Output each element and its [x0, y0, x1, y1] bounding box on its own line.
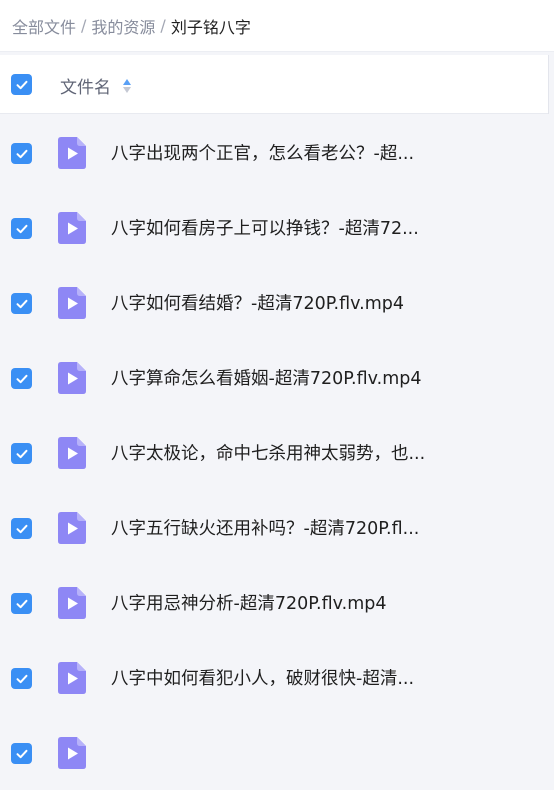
check-icon [16, 224, 27, 233]
file-row[interactable]: 八字五行缺火还用补吗？-超清720P.fl... [0, 490, 554, 565]
file-name[interactable]: 八字如何看结婚？-超清720P.flv.mp4 [111, 293, 404, 315]
file-name[interactable]: 八字五行缺火还用补吗？-超清720P.fl... [111, 518, 419, 540]
video-file-icon [58, 737, 86, 769]
file-list-header: 文件名 [0, 55, 548, 114]
file-name[interactable]: 八字如何看房子上可以挣钱？-超清72... [111, 218, 419, 240]
check-icon [16, 674, 27, 683]
file-row[interactable]: 八字出现两个正官，怎么看老公？-超... [0, 115, 554, 190]
file-checkbox[interactable] [11, 218, 32, 239]
breadcrumb-separator: / [81, 16, 87, 35]
video-file-icon [58, 137, 86, 169]
video-file-icon [58, 362, 86, 394]
file-name[interactable]: 八字出现两个正官，怎么看老公？-超... [111, 143, 414, 165]
video-file-icon [58, 587, 86, 619]
breadcrumb-parent[interactable]: 我的资源 [91, 14, 155, 38]
video-file-icon [58, 512, 86, 544]
breadcrumb-root[interactable]: 全部文件 [12, 14, 76, 38]
file-row[interactable]: 八字中如何看犯小人，破财很快-超清... [0, 640, 554, 715]
breadcrumb: 全部文件 / 我的资源 / 刘子铭八字 [0, 0, 554, 52]
check-icon [16, 749, 27, 758]
select-all-checkbox[interactable] [11, 74, 32, 95]
check-icon [16, 80, 27, 89]
check-icon [16, 299, 27, 308]
file-list: 八字出现两个正官，怎么看老公？-超... 八字如何看房子上可以挣钱？-超清72..… [0, 115, 554, 790]
file-checkbox[interactable] [11, 368, 32, 389]
video-file-icon [58, 437, 86, 469]
video-file-icon [58, 287, 86, 319]
video-file-icon [58, 212, 86, 244]
file-checkbox[interactable] [11, 668, 32, 689]
file-name[interactable]: 八字中如何看犯小人，破财很快-超清... [111, 668, 414, 690]
divider [548, 55, 549, 114]
file-name[interactable]: 八字太极论，命中七杀用神太弱势，也... [111, 443, 425, 465]
file-checkbox[interactable] [11, 593, 32, 614]
file-name[interactable]: 八字用忌神分析-超清720P.flv.mp4 [111, 593, 386, 615]
file-row[interactable]: 八字如何看房子上可以挣钱？-超清72... [0, 190, 554, 265]
check-icon [16, 524, 27, 533]
file-row[interactable]: 八字如何看结婚？-超清720P.flv.mp4 [0, 265, 554, 340]
file-checkbox[interactable] [11, 443, 32, 464]
file-name[interactable]: 八字算命怎么看婚姻-超清720P.flv.mp4 [111, 368, 421, 390]
check-icon [16, 374, 27, 383]
column-header-label: 文件名 [60, 78, 111, 98]
check-icon [16, 599, 27, 608]
breadcrumb-current: 刘子铭八字 [170, 17, 251, 37]
column-header-filename[interactable]: 文件名 [60, 73, 131, 98]
file-row[interactable]: 八字用忌神分析-超清720P.flv.mp4 [0, 565, 554, 640]
file-checkbox[interactable] [11, 743, 32, 764]
video-file-icon [58, 662, 86, 694]
check-icon [16, 149, 27, 158]
file-row[interactable]: 八字算命怎么看婚姻-超清720P.flv.mp4 [0, 340, 554, 415]
file-checkbox[interactable] [11, 143, 32, 164]
file-row[interactable] [0, 715, 554, 790]
file-row[interactable]: 八字太极论，命中七杀用神太弱势，也... [0, 415, 554, 490]
file-checkbox[interactable] [11, 293, 32, 314]
check-icon [16, 449, 27, 458]
sort-icon[interactable] [123, 78, 131, 93]
breadcrumb-separator: / [160, 16, 166, 35]
file-checkbox[interactable] [11, 518, 32, 539]
